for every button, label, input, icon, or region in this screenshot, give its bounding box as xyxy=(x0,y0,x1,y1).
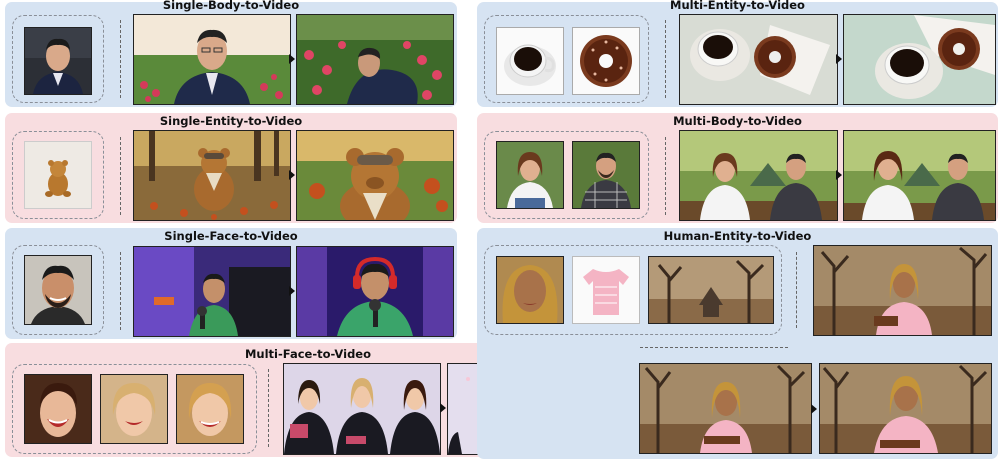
separator-line xyxy=(665,20,666,98)
video-frame-1 xyxy=(283,363,441,455)
panel-multi-entity-to-video: Multi-Entity-to-Video xyxy=(477,0,998,107)
reference-image-pink-top xyxy=(572,256,640,324)
reference-image-teddy-bear xyxy=(24,141,92,209)
panel-human-entity-to-video: Human-Entity-to-Video xyxy=(477,228,998,459)
video-frame-1 xyxy=(133,246,291,337)
video-frame-2 xyxy=(296,14,454,105)
reference-image-face xyxy=(24,255,92,325)
reference-image-woman xyxy=(496,141,564,209)
panel-title: Multi-Body-to-Video xyxy=(673,114,802,128)
reference-image-dark-forest xyxy=(648,256,774,324)
arrow-icon xyxy=(811,404,817,414)
video-frame-2 xyxy=(296,246,454,337)
separator-line xyxy=(120,20,121,98)
reference-image-man xyxy=(572,141,640,209)
separator-line-horizontal xyxy=(640,347,788,348)
arrow-icon xyxy=(289,54,295,64)
arrow-icon xyxy=(289,170,295,180)
video-frame-2 xyxy=(639,363,812,454)
video-frame-1 xyxy=(133,130,291,221)
reference-image-coffee-cup xyxy=(496,27,564,95)
arrow-icon xyxy=(836,170,842,180)
panel-single-face-to-video: Single-Face-to-Video xyxy=(5,228,457,339)
video-frame-1 xyxy=(679,14,838,105)
reference-image-donut xyxy=(572,27,640,95)
video-frame-2 xyxy=(843,14,996,105)
panel-title: Single-Face-to-Video xyxy=(164,229,298,243)
separator-line xyxy=(120,252,121,330)
video-frame-2 xyxy=(296,130,454,221)
separator-line xyxy=(268,369,269,447)
video-frame-1 xyxy=(679,130,838,221)
reference-image-face-2 xyxy=(100,374,168,444)
arrow-icon xyxy=(836,54,842,64)
reference-image-woman-face xyxy=(496,256,564,324)
arrow-icon xyxy=(440,403,446,413)
video-frame-3 xyxy=(819,363,992,454)
separator-line xyxy=(120,137,121,215)
panel-title: Multi-Entity-to-Video xyxy=(670,0,805,12)
panel-multi-body-to-video: Multi-Body-to-Video xyxy=(477,113,998,223)
video-frame-1 xyxy=(133,14,291,105)
video-frame-2 xyxy=(843,130,996,221)
reference-image-man-portrait xyxy=(24,27,92,95)
panel-title: Single-Body-to-Video xyxy=(162,0,300,12)
separator-line xyxy=(665,137,666,215)
panel-single-entity-to-video: Single-Entity-to-Video xyxy=(5,113,457,223)
reference-image-face-3 xyxy=(176,374,244,444)
video-frame-1 xyxy=(813,245,992,336)
separator-line xyxy=(796,252,797,328)
panel-single-body-to-video: Single-Body-to-Video xyxy=(5,0,457,107)
panel-title: Single-Entity-to-Video xyxy=(159,114,303,128)
arrow-icon xyxy=(289,286,295,296)
panel-title: Human-Entity-to-Video xyxy=(663,229,812,243)
reference-image-face-1 xyxy=(24,374,92,444)
